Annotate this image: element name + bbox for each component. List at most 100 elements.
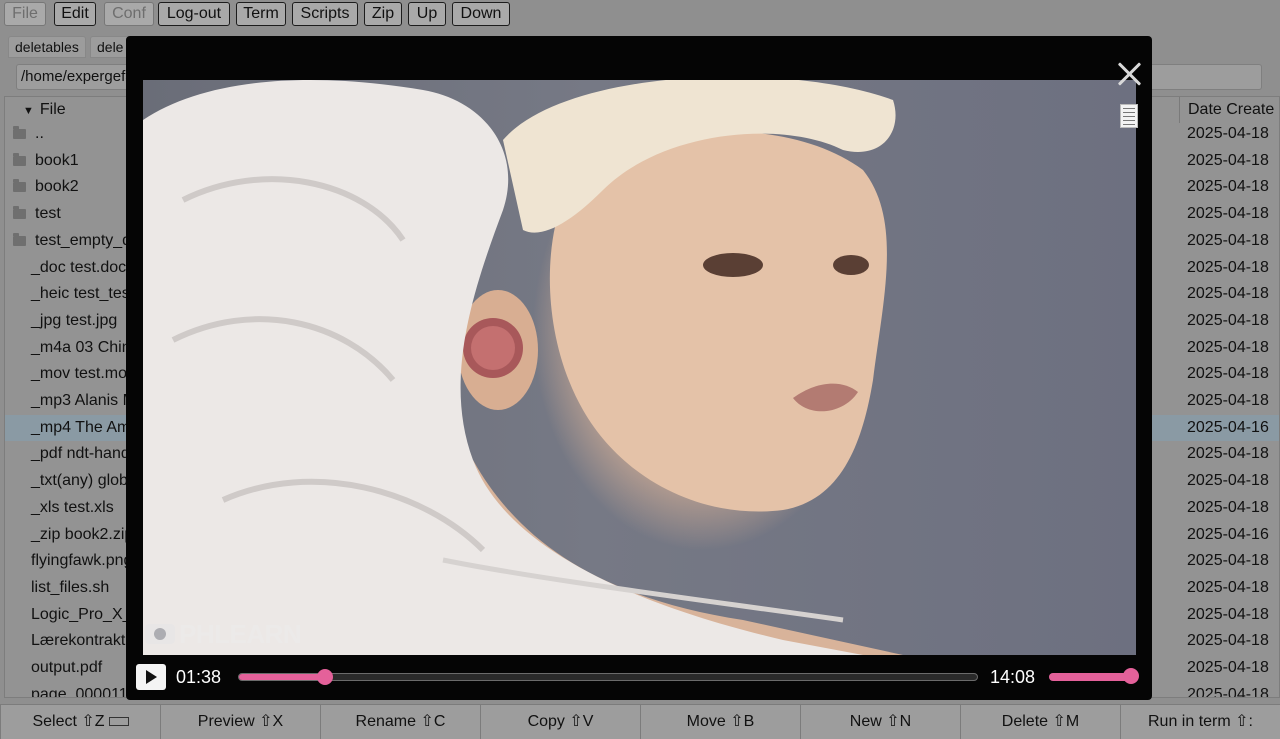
toolbar: File Edit Conf Log-out Term Scripts Zip Up Down bbox=[0, 0, 1280, 30]
action-button-select[interactable]: Select ⇧Z bbox=[0, 705, 160, 739]
action-button-label: New ⇧N bbox=[849, 713, 912, 730]
file-date: 2025-04-18 bbox=[1187, 659, 1269, 676]
file-date: 2025-04-18 bbox=[1187, 258, 1269, 276]
file-name: _mp3 Alanis M bbox=[31, 392, 136, 409]
file-date: 2025-04-18 bbox=[1187, 311, 1269, 329]
folder-icon bbox=[13, 232, 26, 246]
file-date: 2025-04-18 bbox=[1187, 205, 1269, 223]
column-header-file-label: File bbox=[39, 101, 66, 118]
volume-slider[interactable] bbox=[1049, 668, 1139, 684]
action-button-run[interactable]: Run in term ⇧: bbox=[1120, 705, 1280, 739]
column-header-file[interactable]: ▼ File bbox=[23, 101, 66, 119]
file-date: 2025-04-18 bbox=[1187, 605, 1269, 623]
file-date: 2025-04-18 bbox=[1187, 472, 1269, 490]
file-name: _m4a 03 Chin bbox=[31, 338, 131, 356]
file-name: _txt(any) glob bbox=[31, 472, 128, 490]
file-name: output.pdf bbox=[31, 659, 103, 676]
action-button-rename[interactable]: Rename ⇧C bbox=[320, 705, 480, 739]
action-bar: Select ⇧Z Preview ⇧X Rename ⇧C Copy ⇧V Move … bbox=[0, 704, 1280, 739]
file-name: Logic_Pro_X_ bbox=[31, 605, 132, 623]
document-icon[interactable] bbox=[1120, 104, 1138, 128]
folder-icon bbox=[13, 206, 26, 220]
toolbar-button-down[interactable]: Down bbox=[452, 2, 510, 26]
folder-icon bbox=[13, 152, 26, 166]
file-name: flyingfawk.png bbox=[31, 552, 133, 570]
toolbar-button-file: File bbox=[4, 2, 46, 26]
toolbar-button-zip[interactable]: Zip bbox=[364, 2, 402, 26]
file-name: _zip book2.zip bbox=[31, 525, 134, 543]
file-date: 2025-04-18 bbox=[1187, 392, 1269, 409]
action-button-label: Move ⇧B bbox=[686, 713, 755, 730]
action-button-label: Delete ⇧M bbox=[1001, 713, 1080, 730]
file-date: 2025-04-18 bbox=[1187, 632, 1269, 650]
action-button-move[interactable]: Move ⇧B bbox=[640, 705, 800, 739]
column-header-date[interactable]: Date Create bbox=[1179, 97, 1279, 123]
folder-icon bbox=[13, 126, 26, 139]
current-time: 01:38 bbox=[176, 667, 222, 687]
file-name: .. bbox=[35, 125, 44, 142]
volume-thumb[interactable] bbox=[1123, 668, 1139, 684]
camera-icon bbox=[145, 624, 175, 644]
action-button-copy[interactable]: Copy ⇧V bbox=[480, 705, 640, 739]
toolbar-button-scripts[interactable]: Scripts bbox=[292, 2, 358, 26]
close-icon[interactable] bbox=[1116, 60, 1142, 86]
action-button-new[interactable]: New ⇧N bbox=[800, 705, 960, 739]
folder-icon bbox=[13, 179, 26, 193]
checkbox-icon bbox=[108, 717, 129, 727]
file-date: 2025-04-18 bbox=[1187, 552, 1269, 570]
duration: 14:08 bbox=[990, 667, 1036, 687]
file-name: page_000011 bbox=[31, 685, 128, 698]
file-date: 2025-04-18 bbox=[1187, 151, 1269, 169]
file-date: 2025-04-16 bbox=[1187, 418, 1269, 436]
file-date: 2025-04-18 bbox=[1187, 445, 1269, 463]
video-still bbox=[143, 80, 903, 655]
file-name: _xls test.xls bbox=[31, 498, 114, 516]
file-name: test bbox=[35, 205, 61, 223]
toolbar-button-conf: Conf bbox=[104, 2, 154, 26]
seek-bar[interactable] bbox=[238, 669, 978, 685]
file-date: 2025-04-18 bbox=[1187, 231, 1269, 249]
seek-bar-fill bbox=[239, 674, 325, 680]
file-date: 2025-04-18 bbox=[1187, 685, 1269, 698]
sort-desc-icon: ▼ bbox=[23, 105, 34, 117]
watermark-logo: PHLEARN bbox=[145, 618, 302, 649]
file-name: test_empty_d bbox=[35, 231, 132, 249]
file-name: _doc test.doc bbox=[31, 258, 127, 276]
file-date: 2025-04-18 bbox=[1187, 365, 1269, 383]
file-name: book1 bbox=[35, 151, 79, 169]
file-name: _mp4 The Am bbox=[31, 418, 131, 436]
seek-thumb[interactable] bbox=[316, 669, 333, 685]
volume-fill bbox=[1049, 673, 1131, 681]
file-date: 2025-04-18 bbox=[1187, 498, 1269, 516]
file-name: book2 bbox=[35, 178, 79, 196]
toolbar-button-term[interactable]: Term bbox=[236, 2, 286, 26]
play-button[interactable] bbox=[136, 664, 166, 690]
file-name: list_files.sh bbox=[31, 578, 110, 596]
watermark-text: PHLEARN bbox=[179, 618, 302, 649]
action-button-label: Select ⇧Z bbox=[32, 713, 105, 730]
action-button-label: Rename ⇧C bbox=[355, 713, 446, 730]
file-name: _pdf ndt-hand bbox=[31, 445, 130, 463]
video-frame[interactable]: PHLEARN bbox=[143, 80, 1136, 655]
file-date: 2025-04-18 bbox=[1187, 578, 1269, 596]
file-date: 2025-04-18 bbox=[1187, 338, 1269, 356]
file-name: _heic test_tes bbox=[31, 285, 130, 303]
tab-deletables-2[interactable]: dele bbox=[90, 36, 130, 58]
toolbar-button-log-out[interactable]: Log-out bbox=[158, 2, 230, 26]
action-button-label: Preview ⇧X bbox=[197, 713, 284, 730]
action-button-delete[interactable]: Delete ⇧M bbox=[960, 705, 1120, 739]
file-date: 2025-04-18 bbox=[1187, 178, 1269, 196]
video-controls: 01:38 14:08 bbox=[126, 658, 1152, 698]
action-button-label: Copy ⇧V bbox=[527, 713, 594, 730]
file-name: Lærekontrakt. bbox=[31, 632, 130, 650]
toolbar-button-up[interactable]: Up bbox=[408, 2, 446, 26]
file-date: 2025-04-18 bbox=[1187, 285, 1269, 303]
action-button-preview[interactable]: Preview ⇧X bbox=[160, 705, 320, 739]
tab-deletables[interactable]: deletables bbox=[8, 36, 86, 58]
toolbar-button-edit[interactable]: Edit bbox=[54, 2, 96, 26]
file-date: 2025-04-18 bbox=[1187, 125, 1269, 142]
file-name: _mov test.mov bbox=[31, 365, 136, 383]
file-date: 2025-04-16 bbox=[1187, 525, 1269, 543]
file-name: _jpg test.jpg bbox=[31, 311, 118, 329]
action-button-label: Run in term ⇧: bbox=[1148, 713, 1253, 730]
